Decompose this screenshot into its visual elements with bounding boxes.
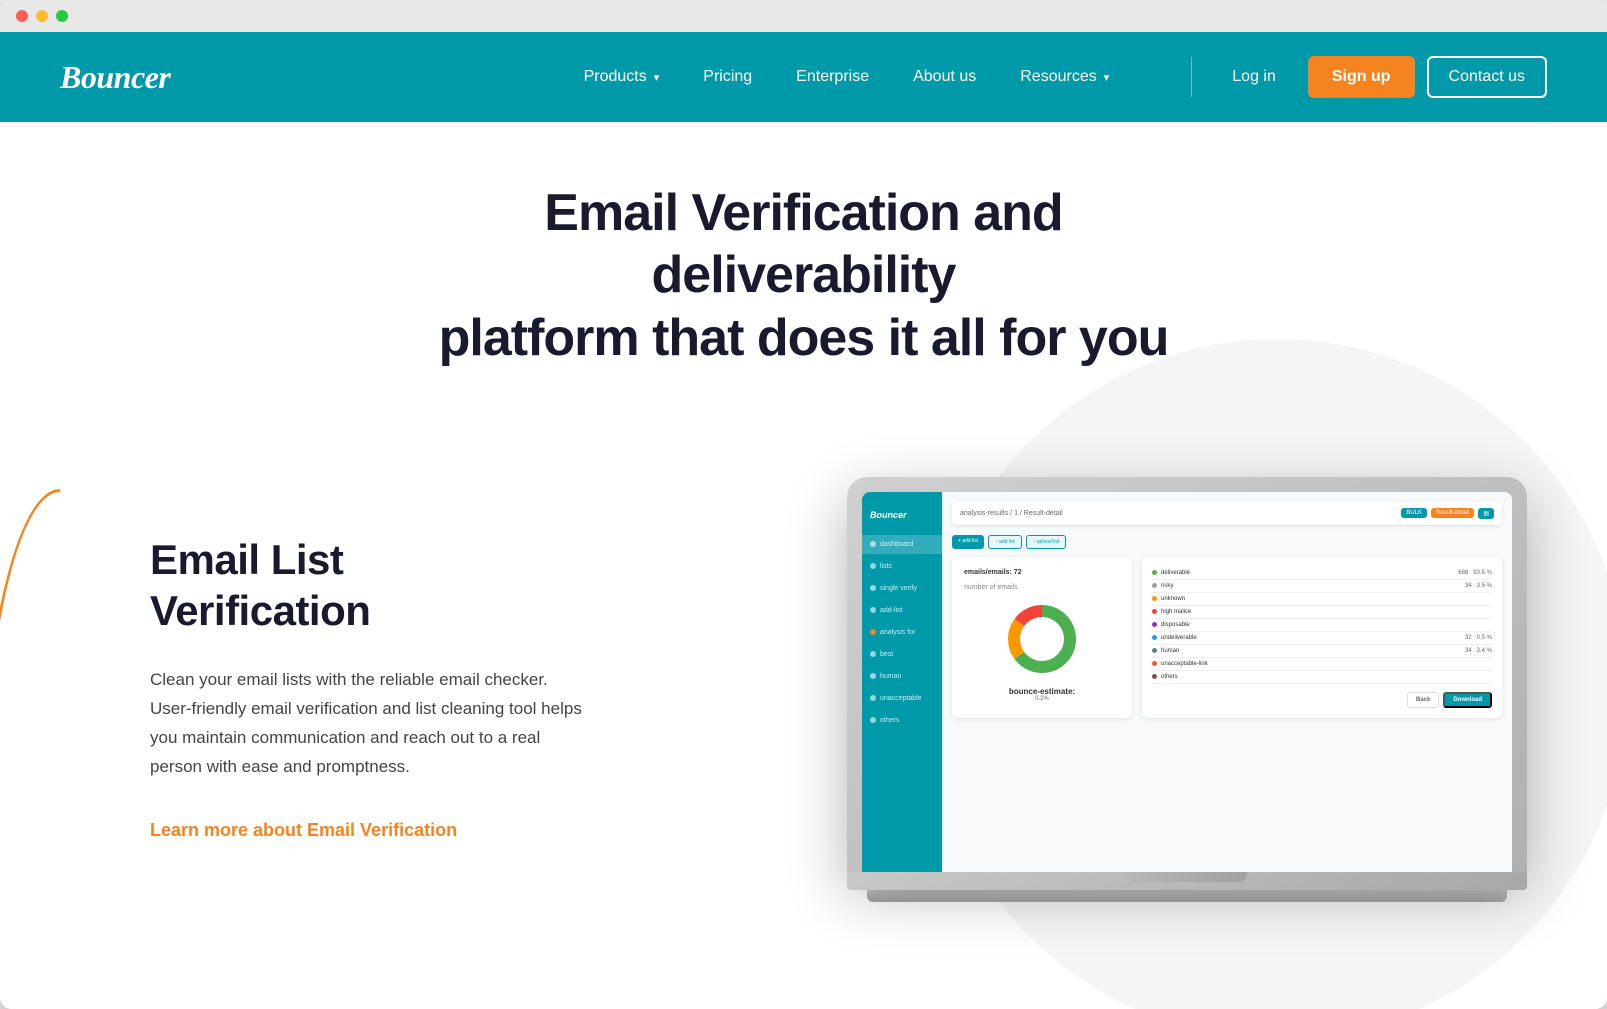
navbar: Bouncer Products ▾ Pricing Enterprise Ab… xyxy=(0,32,1607,122)
hero-title: Email Verification and deliverability pl… xyxy=(404,182,1204,369)
table-row: risky 34 3.5 % xyxy=(1152,580,1492,593)
content-section: Email List Verification Clean your email… xyxy=(0,409,1607,1009)
table-row: unacceptable-link xyxy=(1152,658,1492,671)
table-row: human 34 3.4 % xyxy=(1152,645,1492,658)
donut-subtitle: number of emails xyxy=(964,584,1120,591)
screen-sidebar-item: single verify xyxy=(862,579,942,598)
feature-description: Clean your email lists with the reliable… xyxy=(150,666,590,782)
donut-stats: bounce-estimate: 0.2% xyxy=(964,687,1120,702)
screen-action-buttons: + add list ↑ add list ↑ upload list xyxy=(952,535,1502,549)
screen-sidebar-item: human xyxy=(862,667,942,686)
feature-content-left: Email List Verification Clean your email… xyxy=(150,535,650,843)
feature-content-right: Bouncer dashboard lists xyxy=(650,477,1527,902)
screen-add-list-btn-2[interactable]: ↑ add list xyxy=(988,535,1022,549)
browser-window: Bouncer Products ▾ Pricing Enterprise Ab… xyxy=(0,0,1607,1009)
learn-more-link[interactable]: Learn more about Email Verification xyxy=(150,820,457,840)
nav-item-products[interactable]: Products ▾ xyxy=(562,32,682,122)
table-row: high malice xyxy=(1152,606,1492,619)
screen-badge-result: Result-detail xyxy=(1431,508,1474,518)
screen-sidebar-item: analysis for xyxy=(862,623,942,642)
laptop-mockup: Bouncer dashboard lists xyxy=(847,477,1527,902)
table-cell-label: undeliverable xyxy=(1152,635,1465,641)
screen-back-button[interactable]: Back xyxy=(1407,692,1439,708)
minimize-window-button[interactable] xyxy=(36,10,48,22)
table-cell-value: 34 3.4 % xyxy=(1465,648,1492,654)
table-cell-label: unacceptable-link xyxy=(1152,661,1492,667)
screen-sidebar-item: best xyxy=(862,645,942,664)
screen-content: Bouncer dashboard lists xyxy=(862,492,1512,872)
table-row: others xyxy=(1152,671,1492,684)
donut-chart xyxy=(1002,599,1082,679)
feature-title: Email List Verification xyxy=(150,535,590,636)
screen-topbar: analysis-results / 1 / Result-detail BUL… xyxy=(952,502,1502,525)
nav-item-resources[interactable]: Resources ▾ xyxy=(998,32,1131,122)
arc-decoration xyxy=(0,489,140,1009)
nav-item-enterprise[interactable]: Enterprise xyxy=(774,32,891,122)
nav-links: Products ▾ Pricing Enterprise About us R… xyxy=(562,32,1132,122)
table-cell-label: deliverable xyxy=(1152,570,1458,576)
contact-button[interactable]: Contact us xyxy=(1427,56,1547,98)
table-row: unknown xyxy=(1152,593,1492,606)
signup-button[interactable]: Sign up xyxy=(1308,56,1415,98)
donut-chart-container: emails/emails: 72 number of emails xyxy=(952,557,1132,718)
screen-download-button[interactable]: Download xyxy=(1443,692,1492,708)
table-cell-label: others xyxy=(1152,674,1492,680)
table-row: deliverable 688 93.5 % xyxy=(1152,567,1492,580)
table-cell-value: 32 0.5 % xyxy=(1465,635,1492,641)
screen-results-table: deliverable 688 93.5 % risky xyxy=(1142,557,1502,718)
table-row: disposable xyxy=(1152,619,1492,632)
nav-item-about[interactable]: About us xyxy=(891,32,998,122)
logo-text: Bouncer xyxy=(60,59,170,95)
screen-data-area: emails/emails: 72 number of emails xyxy=(952,557,1502,718)
table-cell-label: unknown xyxy=(1152,596,1492,602)
screen-add-list-btn[interactable]: + add list xyxy=(952,535,984,549)
screen-upload-btn[interactable]: ↑ upload list xyxy=(1026,535,1066,549)
window-titlebar xyxy=(0,0,1607,32)
laptop-body: Bouncer dashboard lists xyxy=(847,477,1527,872)
table-cell-label: disposable xyxy=(1152,622,1492,628)
screen-main-area: analysis-results / 1 / Result-detail BUL… xyxy=(942,492,1512,872)
table-cell-label: risky xyxy=(1152,583,1465,589)
logo[interactable]: Bouncer xyxy=(60,59,170,96)
screen-topbar-actions: BULK Result-detail ▤ xyxy=(1401,508,1494,519)
laptop-screen: Bouncer dashboard lists xyxy=(862,492,1512,872)
laptop-base-bottom xyxy=(867,890,1507,902)
laptop-notch xyxy=(1127,872,1247,882)
table-cell-value: 688 93.5 % xyxy=(1458,570,1492,576)
screen-bottom-buttons: Back Download xyxy=(1152,692,1492,708)
table-cell-label: human xyxy=(1152,648,1465,654)
table-cell-value: 34 3.5 % xyxy=(1465,583,1492,589)
table-row: undeliverable 32 0.5 % xyxy=(1152,632,1492,645)
close-window-button[interactable] xyxy=(16,10,28,22)
screen-sidebar-item: lists xyxy=(862,557,942,576)
resources-chevron-icon: ▾ xyxy=(1104,71,1110,84)
nav-divider xyxy=(1191,57,1192,97)
screen-sidebar-item: dashboard xyxy=(862,535,942,554)
screen-sidebar-item: add-list xyxy=(862,601,942,620)
screen-breadcrumb: analysis-results / 1 / Result-detail xyxy=(960,510,1063,517)
screen-sidebar-item: others xyxy=(862,711,942,730)
screen-badge-bulk: BULK xyxy=(1401,508,1427,518)
nav-item-pricing[interactable]: Pricing xyxy=(681,32,774,122)
maximize-window-button[interactable] xyxy=(56,10,68,22)
screen-logo: Bouncer xyxy=(862,502,942,532)
table-cell-label: high malice xyxy=(1152,609,1492,615)
screen-sidebar: Bouncer dashboard lists xyxy=(862,492,942,872)
products-chevron-icon: ▾ xyxy=(654,71,660,84)
screen-sidebar-item: unacceptable xyxy=(862,689,942,708)
donut-title: emails/emails: 72 xyxy=(964,569,1120,576)
screen-badge-user: ▤ xyxy=(1478,508,1494,519)
laptop-hinge xyxy=(847,872,1527,890)
login-button[interactable]: Log in xyxy=(1212,68,1296,86)
